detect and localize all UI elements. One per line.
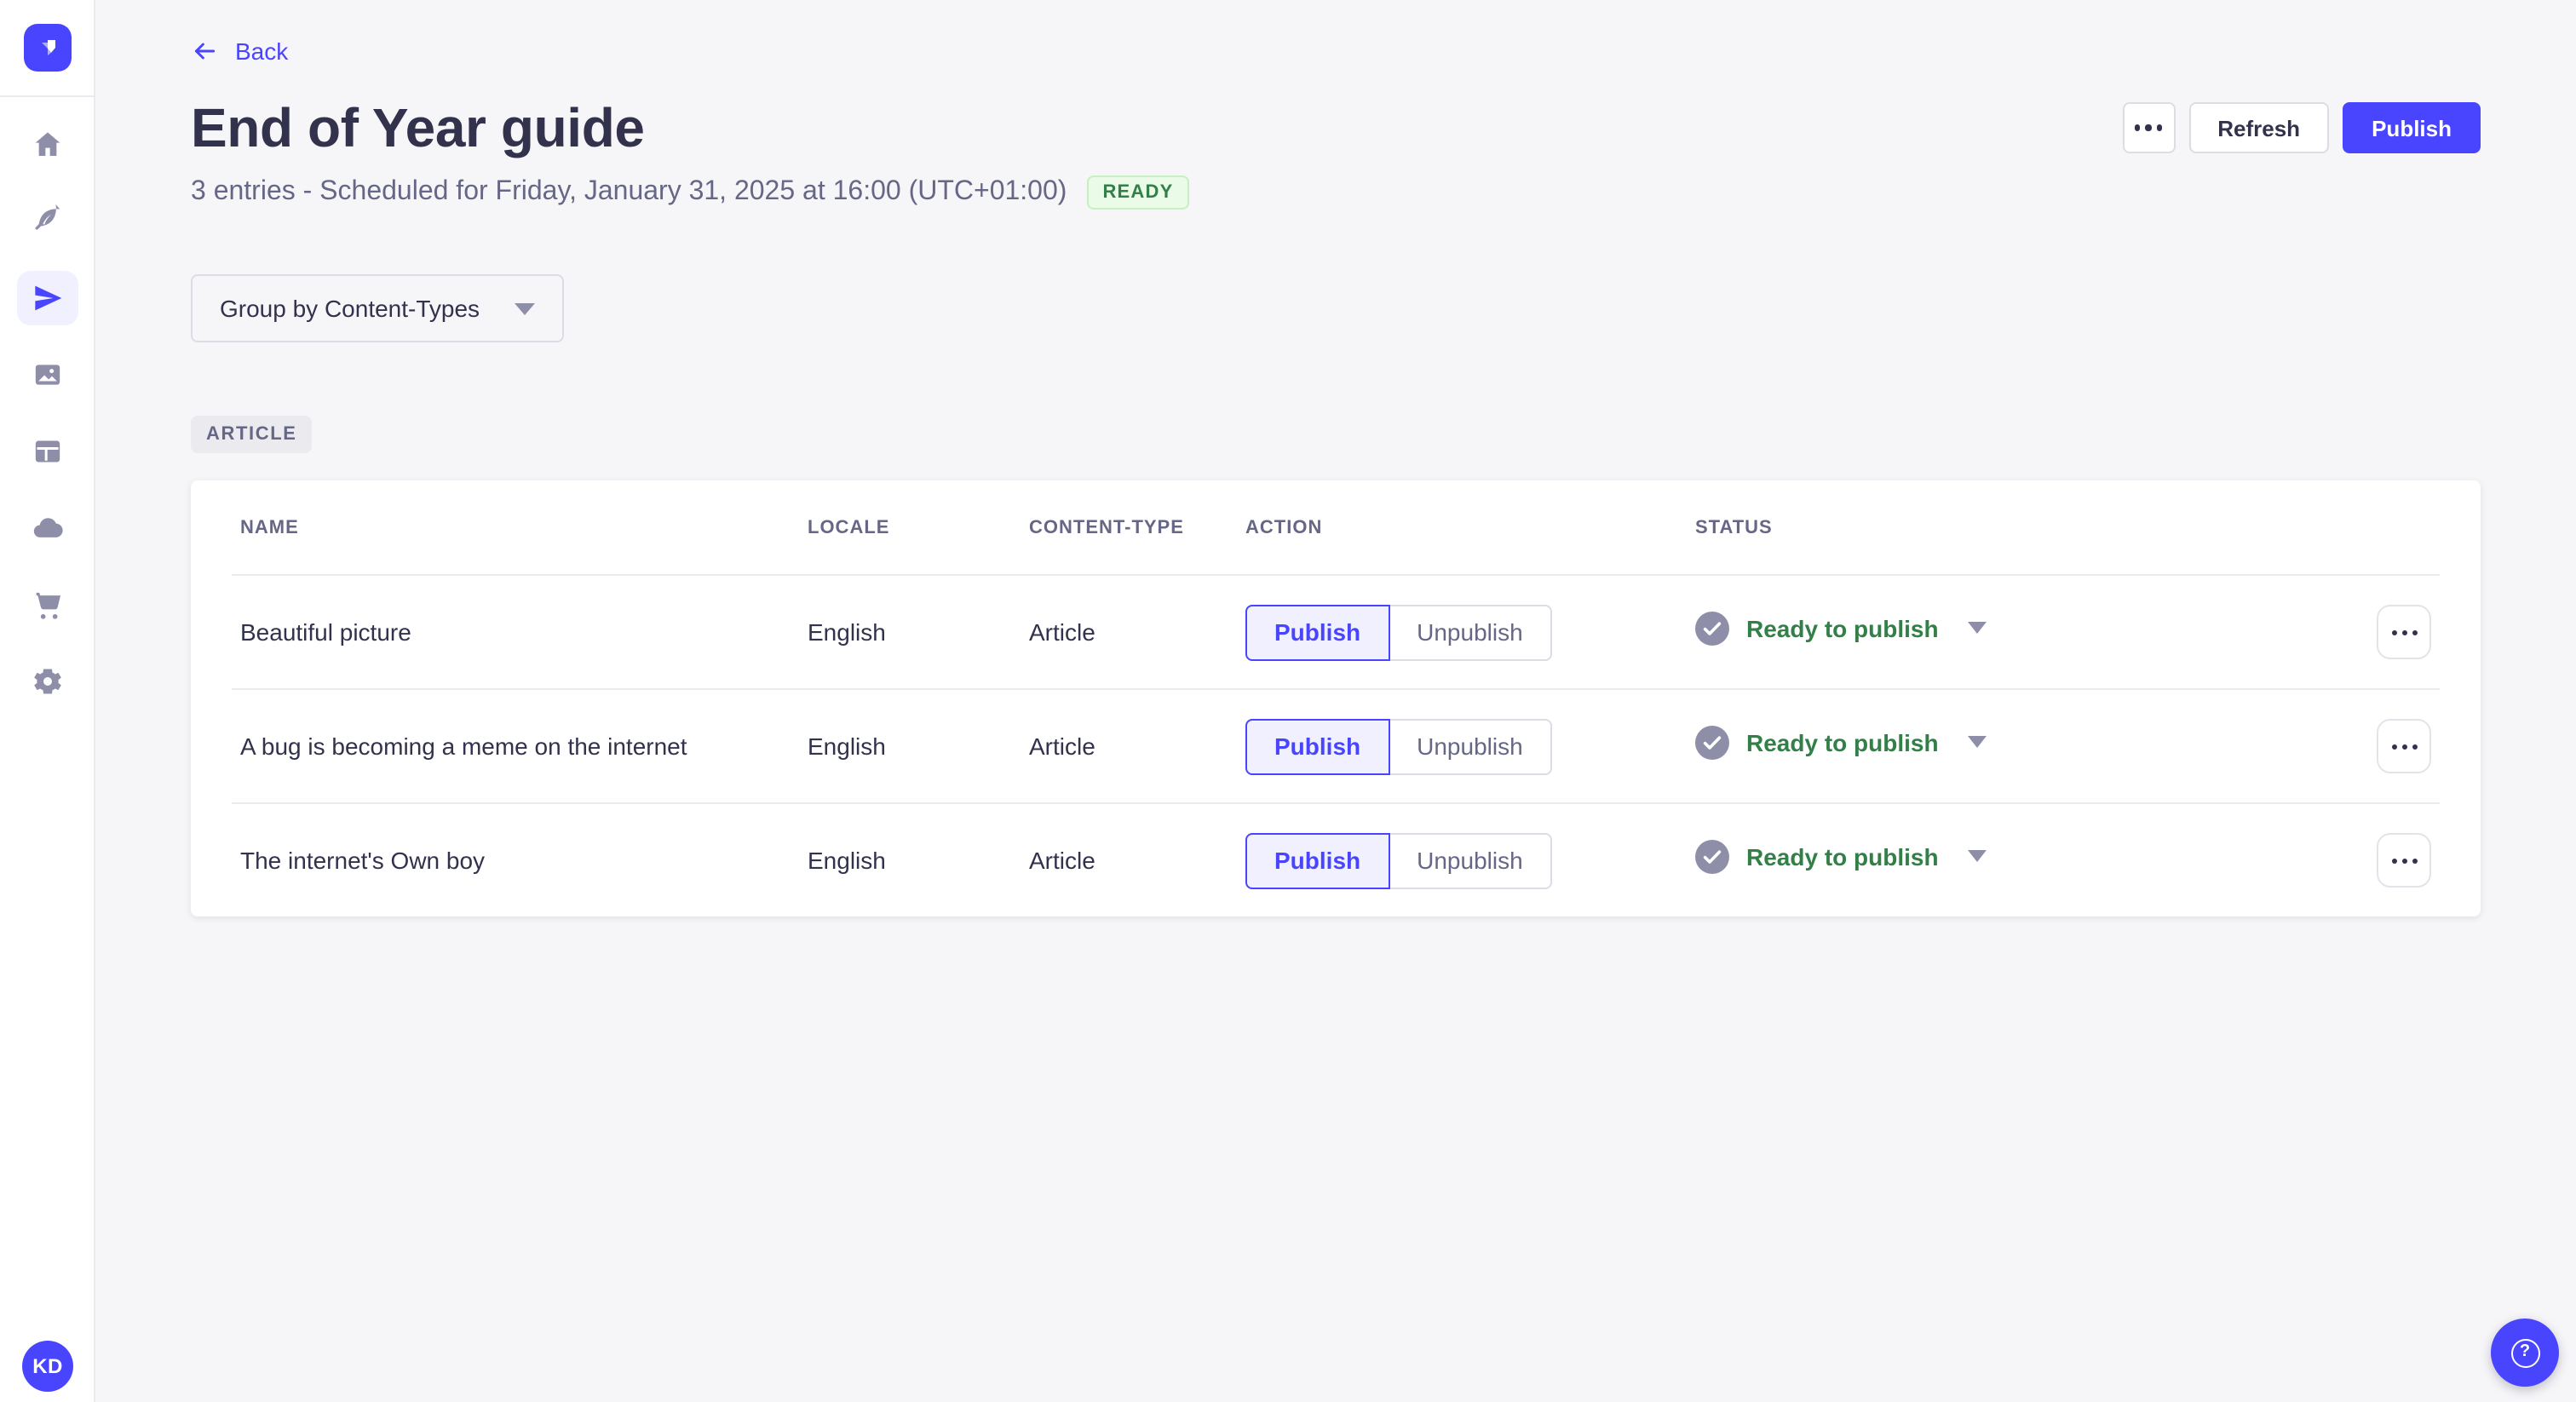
row-more-options-button[interactable] bbox=[2377, 719, 2431, 773]
entry-content-type: Article bbox=[1029, 618, 1095, 646]
sidebar-item-content-manager[interactable] bbox=[16, 194, 78, 249]
sidebar-item-settings[interactable] bbox=[16, 654, 78, 709]
entry-status-label: Ready to publish bbox=[1746, 614, 1939, 641]
unpublish-toggle-button[interactable]: Unpublish bbox=[1388, 832, 1552, 888]
strapi-logo-icon bbox=[41, 40, 55, 55]
main-content: Back End of Year guide 3 entries - Sched… bbox=[95, 0, 2576, 1402]
column-header-name: NAME bbox=[240, 517, 299, 537]
more-horizontal-icon bbox=[2391, 629, 2417, 635]
entry-status-label: Ready to publish bbox=[1746, 842, 1939, 870]
user-avatar[interactable]: KD bbox=[22, 1341, 73, 1392]
column-header-status: STATUS bbox=[1695, 517, 1773, 537]
sidebar-item-content-type-builder[interactable] bbox=[16, 424, 78, 479]
page-subtitle: 3 entries - Scheduled for Friday, Januar… bbox=[191, 177, 1067, 206]
cart-icon bbox=[30, 588, 64, 622]
header-actions: Refresh Publish bbox=[2122, 102, 2481, 153]
row-more-options-button[interactable] bbox=[2377, 605, 2431, 659]
sidebar-item-home[interactable] bbox=[16, 118, 78, 172]
question-circle-icon: ? bbox=[2510, 1338, 2539, 1367]
entry-status-dropdown[interactable]: Ready to publish bbox=[1695, 611, 1987, 645]
entry-name: Beautiful picture bbox=[240, 618, 411, 646]
sidebar-item-deploy[interactable] bbox=[16, 501, 78, 555]
publish-toggle-button[interactable]: Publish bbox=[1245, 718, 1390, 774]
title-block: End of Year guide 3 entries - Scheduled … bbox=[191, 94, 1189, 210]
action-toggle-group: Publish Unpublish bbox=[1245, 718, 1552, 774]
more-horizontal-icon bbox=[2391, 858, 2417, 863]
entry-status-dropdown[interactable]: Ready to publish bbox=[1695, 839, 1987, 873]
refresh-button[interactable]: Refresh bbox=[2188, 102, 2330, 153]
page-header: End of Year guide 3 entries - Scheduled … bbox=[191, 94, 2481, 210]
entry-locale: English bbox=[808, 733, 886, 760]
more-options-button[interactable] bbox=[2122, 102, 2176, 153]
back-label: Back bbox=[235, 37, 289, 65]
back-link[interactable]: Back bbox=[191, 37, 288, 65]
help-button[interactable]: ? bbox=[2491, 1319, 2559, 1387]
table-row: Beautiful picture English Article Publis… bbox=[232, 574, 2440, 688]
entry-status-dropdown[interactable]: Ready to publish bbox=[1695, 725, 1987, 759]
entry-content-type: Article bbox=[1029, 847, 1095, 874]
back-row: Back bbox=[191, 37, 2481, 73]
gear-icon bbox=[30, 664, 64, 698]
more-horizontal-icon bbox=[2134, 124, 2163, 131]
home-icon bbox=[30, 128, 64, 162]
arrow-left-icon bbox=[191, 37, 218, 65]
check-circle-icon bbox=[1695, 839, 1729, 873]
images-icon bbox=[30, 358, 64, 392]
status-badge: READY bbox=[1087, 175, 1189, 210]
column-header-content-type: CONTENT-TYPE bbox=[1029, 517, 1184, 537]
column-header-action: ACTION bbox=[1245, 517, 1323, 537]
table-row: The internet's Own boy English Article P… bbox=[232, 802, 2440, 916]
unpublish-toggle-button[interactable]: Unpublish bbox=[1388, 718, 1552, 774]
strapi-logo[interactable] bbox=[23, 24, 71, 72]
entry-locale: English bbox=[808, 618, 886, 646]
sidebar-nav bbox=[16, 118, 78, 709]
cloud-icon bbox=[30, 511, 64, 545]
group-section: ARTICLE bbox=[191, 416, 2481, 453]
sidebar: KD bbox=[0, 0, 95, 1402]
row-more-options-button[interactable] bbox=[2377, 833, 2431, 888]
sidebar-divider bbox=[0, 95, 95, 97]
page-title: End of Year guide bbox=[191, 97, 645, 158]
chevron-down-icon bbox=[515, 302, 535, 314]
publish-release-button[interactable]: Publish bbox=[2343, 102, 2481, 153]
entry-name: A bug is becoming a meme on the internet bbox=[240, 733, 687, 760]
subtitle-row: 3 entries - Scheduled for Friday, Januar… bbox=[191, 175, 1189, 210]
caret-down-icon bbox=[1967, 622, 1987, 634]
entry-locale: English bbox=[808, 847, 886, 874]
entry-content-type: Article bbox=[1029, 733, 1095, 760]
publish-toggle-button[interactable]: Publish bbox=[1245, 832, 1390, 888]
publish-toggle-button[interactable]: Publish bbox=[1245, 604, 1390, 660]
paper-plane-icon bbox=[30, 281, 64, 315]
unpublish-toggle-button[interactable]: Unpublish bbox=[1388, 604, 1552, 660]
strapi-release-page: KD Back End of Year guide 3 entries - Sc… bbox=[0, 0, 2576, 1402]
action-toggle-group: Publish Unpublish bbox=[1245, 832, 1552, 888]
column-header-locale: LOCALE bbox=[808, 517, 890, 537]
group-by-label: Group by Content-Types bbox=[220, 295, 480, 322]
layout-icon bbox=[30, 434, 64, 468]
help-glyph: ? bbox=[2519, 1342, 2531, 1361]
action-toggle-group: Publish Unpublish bbox=[1245, 604, 1552, 660]
entry-status-label: Ready to publish bbox=[1746, 728, 1939, 756]
sidebar-item-marketplace[interactable] bbox=[16, 577, 78, 632]
sidebar-item-media-library[interactable] bbox=[16, 348, 78, 402]
sidebar-item-releases[interactable] bbox=[16, 271, 78, 325]
table-row: A bug is becoming a meme on the internet… bbox=[232, 688, 2440, 802]
entry-name: The internet's Own boy bbox=[240, 847, 486, 874]
toolbar: Group by Content-Types bbox=[191, 274, 2481, 342]
check-circle-icon bbox=[1695, 611, 1729, 645]
caret-down-icon bbox=[1967, 850, 1987, 862]
table-header-row: NAME LOCALE CONTENT-TYPE ACTION STATUS bbox=[232, 480, 2440, 574]
caret-down-icon bbox=[1967, 736, 1987, 748]
content-type-group-badge: ARTICLE bbox=[191, 416, 313, 453]
check-circle-icon bbox=[1695, 725, 1729, 759]
feather-icon bbox=[30, 204, 64, 238]
group-by-select[interactable]: Group by Content-Types bbox=[191, 274, 564, 342]
entries-table-card: NAME LOCALE CONTENT-TYPE ACTION STATUS B… bbox=[191, 480, 2481, 916]
more-horizontal-icon bbox=[2391, 744, 2417, 749]
